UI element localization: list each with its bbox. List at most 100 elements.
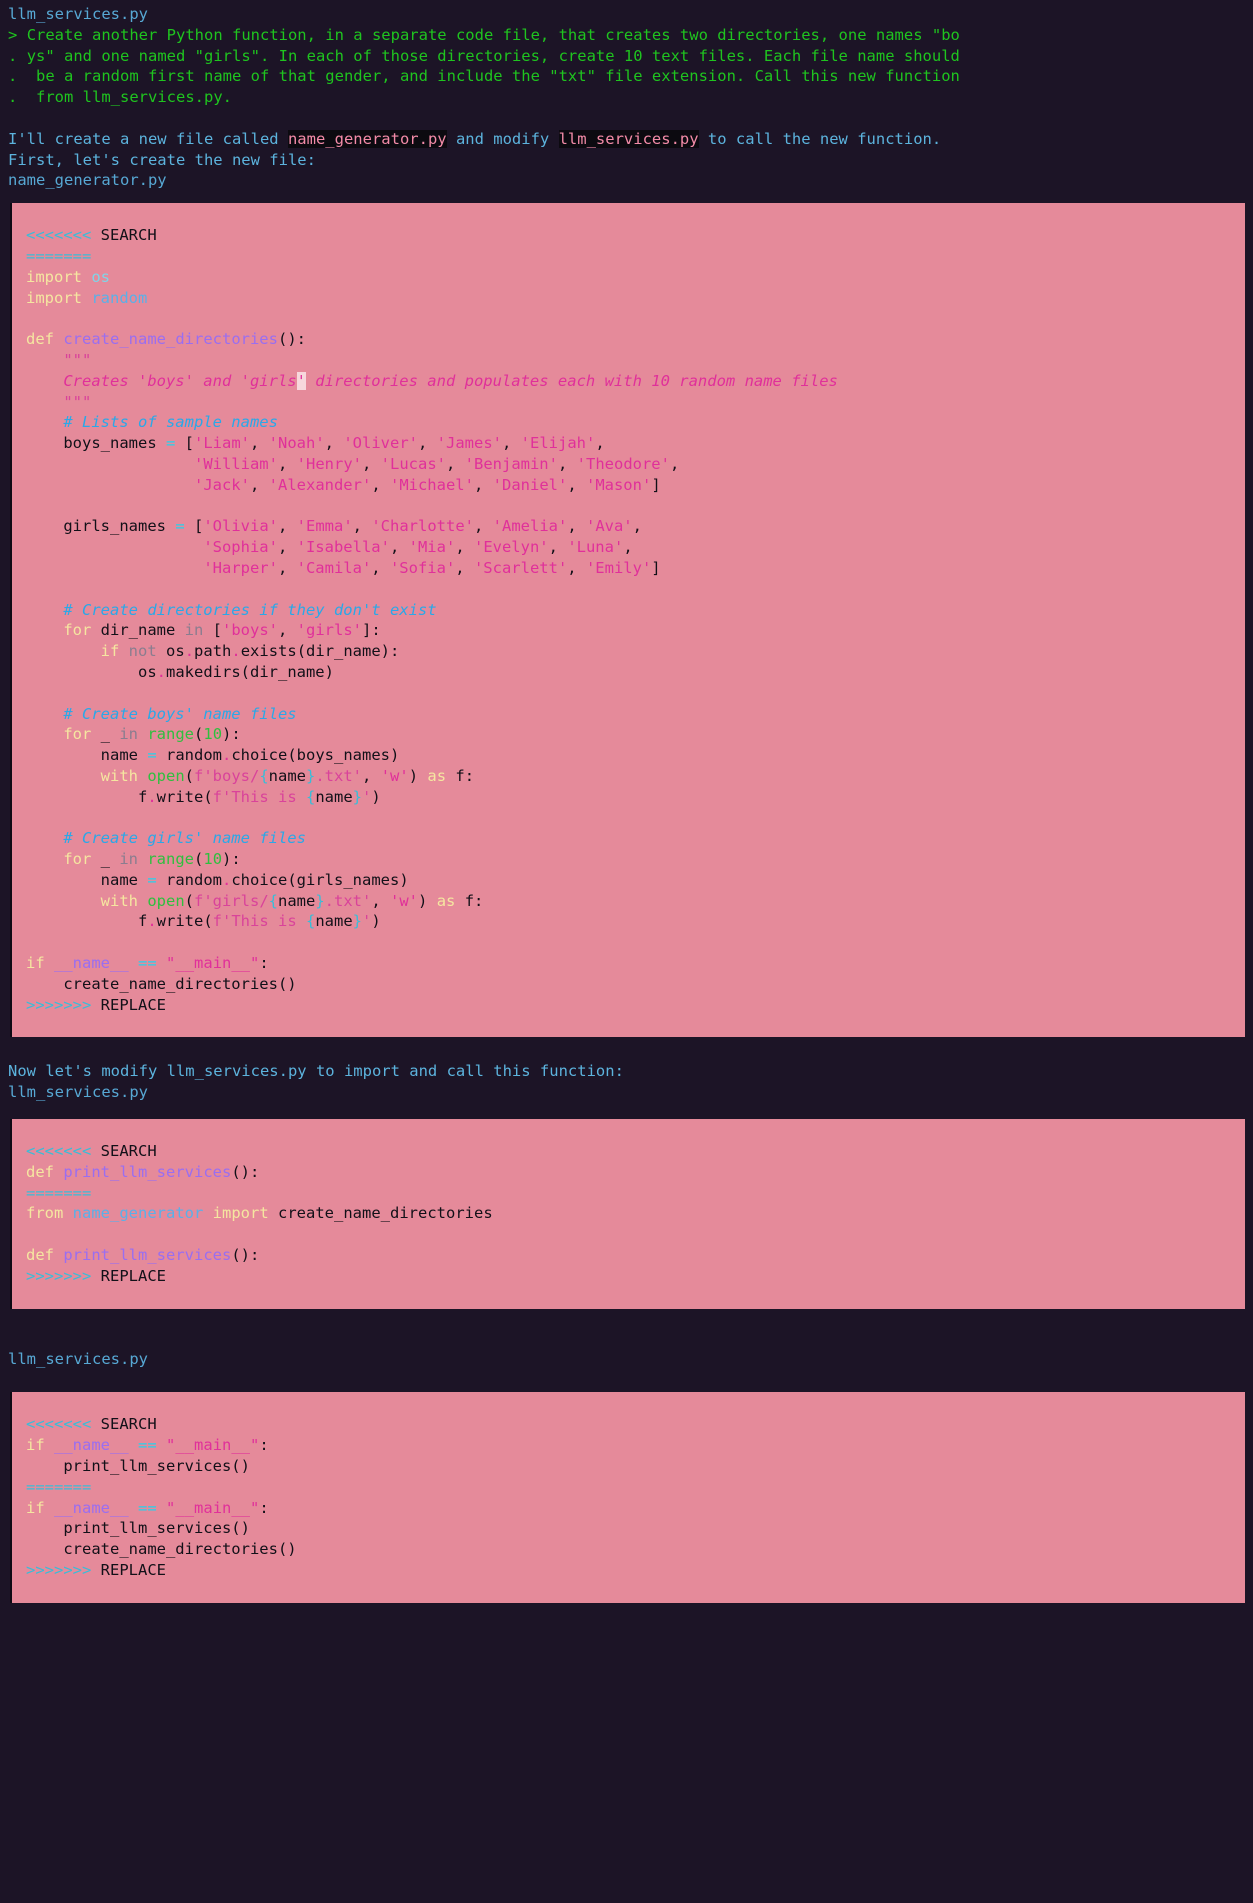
- replace-label-2: REPLACE: [100, 1266, 166, 1285]
- code-line-docstring: Creates 'boys' and 'girls' directories a…: [26, 371, 838, 390]
- cont-marker-3: .: [8, 88, 18, 107]
- user-request-text-3: be a random first name of that gender, a…: [36, 67, 960, 86]
- context-filename: llm_services.py: [8, 5, 148, 23]
- code-line: boys_names = ['Liam', 'Noah', 'Oliver', …: [26, 434, 605, 453]
- user-request-text-4: from llm_services.py.: [36, 88, 232, 107]
- code-line: # Create girls' name files: [26, 829, 306, 848]
- assistant-intro-line-1: I'll create a new file called name_gener…: [8, 129, 1245, 150]
- search-marker-3: <<<<<<< SEARCH: [12, 1414, 1245, 1435]
- assistant-intro-part3: to call the new function.: [698, 129, 942, 148]
- code-block-2-filename: llm_services.py: [8, 1083, 148, 1102]
- code-block-2[interactable]: <<<<<<< SEARCH def print_llm_services():…: [10, 1119, 1245, 1309]
- search-marker-2: <<<<<<< SEARCH: [12, 1141, 1245, 1162]
- search-label-3: SEARCH: [100, 1415, 157, 1434]
- search-marker-glyphs-3: <<<<<<<: [26, 1415, 92, 1434]
- code-line: # Create directories if they don't exist: [26, 600, 437, 619]
- code-line: 'William', 'Henry', 'Lucas', 'Benjamin',…: [193, 454, 680, 473]
- code-blank: [12, 1224, 1245, 1245]
- code-line: import random: [26, 288, 148, 307]
- user-request-line-3: . be a random first name of that gender,…: [8, 66, 1245, 87]
- text-cursor: ': [296, 371, 306, 390]
- user-request-line-1: > Create another Python function, in a s…: [8, 25, 1245, 46]
- code-line: # Create boys' name files: [26, 704, 297, 723]
- replace-marker-1: >>>>>>> REPLACE: [12, 995, 1245, 1016]
- assistant-tail-region: llm_services.py: [0, 1309, 1253, 1370]
- code-line: def print_llm_services():: [26, 1162, 260, 1181]
- search-label-1: SEARCH: [100, 226, 157, 245]
- code-line: with open(f'boys/{name}.txt', 'w') as f:: [26, 766, 475, 785]
- code-block-3[interactable]: <<<<<<< SEARCH if __name__ == "__main__"…: [10, 1392, 1245, 1603]
- code-line: f.write(f'This is {name}'): [26, 787, 381, 806]
- replace-marker-glyphs-3: >>>>>>>: [26, 1561, 92, 1579]
- replace-marker-3: >>>>>>> REPLACE: [12, 1560, 1245, 1581]
- code-blank: [12, 683, 1245, 704]
- code-line: from name_generator import create_name_d…: [26, 1204, 493, 1223]
- code-block-1-filename: name_generator.py: [8, 171, 167, 190]
- code-block-1-bottom-pad: [12, 1015, 1245, 1021]
- code-line: if __name__ == "__main__":: [26, 1436, 269, 1455]
- assistant-intro-part2: and modify: [446, 129, 559, 148]
- assistant-intro-part1: I'll create a new file called: [8, 129, 288, 148]
- code-line: if __name__ == "__main__":: [26, 954, 269, 973]
- code-line: """: [26, 350, 92, 369]
- prompt-marker: >: [8, 25, 18, 44]
- search-marker-glyphs-1: <<<<<<<: [26, 226, 92, 245]
- code-line: with open(f'girls/{name}.txt', 'w') as f…: [26, 891, 484, 910]
- divider-3: =======: [26, 1477, 92, 1496]
- header-region: llm_services.py > Create another Python …: [0, 0, 1253, 191]
- divider-1: =======: [26, 246, 92, 265]
- user-request-text-1: Create another Python function, in a sep…: [26, 25, 960, 44]
- code-line: def print_llm_services():: [26, 1246, 260, 1265]
- code-line: for _ in range(10):: [26, 725, 241, 744]
- search-label-2: SEARCH: [100, 1142, 157, 1161]
- code-line: if __name__ == "__main__":: [26, 1498, 269, 1517]
- code-block-1[interactable]: <<<<<<< SEARCH ======= import os import …: [10, 203, 1245, 1038]
- code-line: create_name_directories(): [26, 1540, 297, 1559]
- code-line: def create_name_directories():: [26, 330, 306, 349]
- code-line: import os: [26, 267, 111, 286]
- replace-label-3: REPLACE: [100, 1561, 166, 1579]
- code-line: print_llm_services(): [26, 1519, 250, 1538]
- assistant-intro-line-2: First, let's create the new file:: [8, 150, 316, 169]
- replace-marker-glyphs-1: >>>>>>>: [26, 995, 92, 1014]
- code-line: create_name_directories(): [26, 974, 297, 993]
- code-line: if not os.path.exists(dir_name):: [26, 642, 400, 661]
- code-blank: [12, 932, 1245, 953]
- user-request-line-4: . from llm_services.py.: [8, 87, 1245, 108]
- search-marker-1: <<<<<<< SEARCH: [12, 225, 1245, 246]
- code-line: for dir_name in ['boys', 'girls']:: [26, 621, 381, 640]
- code-line: name = random.choice(boys_names): [26, 746, 400, 765]
- code-line: 'Sophia', 'Isabella', 'Mia', 'Evelyn', '…: [203, 538, 633, 557]
- terminal-session: llm_services.py > Create another Python …: [0, 0, 1253, 1603]
- code-line: 'Harper', 'Camila', 'Sofia', 'Scarlett',…: [203, 558, 661, 577]
- assistant-mid-line: Now let's modify llm_services.py to impo…: [8, 1062, 624, 1081]
- code-line: print_llm_services(): [26, 1457, 250, 1476]
- divider-2: =======: [26, 1183, 92, 1202]
- code-line: 'Jack', 'Alexander', 'Michael', 'Daniel'…: [193, 475, 661, 494]
- code-blank: [12, 496, 1245, 517]
- cont-marker-2: .: [8, 67, 18, 86]
- code-blank: [12, 579, 1245, 600]
- code-line: girls_names = ['Olivia', 'Emma', 'Charlo…: [26, 517, 642, 536]
- replace-marker-glyphs-2: >>>>>>>: [26, 1266, 92, 1285]
- code-blank: [12, 308, 1245, 329]
- file-chip-name-generator[interactable]: name_generator.py: [287, 129, 447, 148]
- search-marker-glyphs-2: <<<<<<<: [26, 1142, 92, 1161]
- cont-marker-1: .: [8, 46, 18, 65]
- assistant-mid-region: Now let's modify llm_services.py to impo…: [0, 1037, 1253, 1103]
- file-chip-llm-services[interactable]: llm_services.py: [558, 129, 699, 148]
- code-block-2-bottom-pad: [12, 1287, 1245, 1293]
- code-block-3-bottom-pad: [12, 1581, 1245, 1587]
- user-request-text-2: ys" and one named "girls". In each of th…: [26, 46, 960, 65]
- code-line: # Lists of sample names: [26, 413, 278, 432]
- replace-label-1: REPLACE: [100, 995, 166, 1014]
- replace-marker-2: >>>>>>> REPLACE: [12, 1266, 1245, 1287]
- code-line: os.makedirs(dir_name): [26, 662, 334, 681]
- code-line: name = random.choice(girls_names): [26, 870, 409, 889]
- code-line: for _ in range(10):: [26, 850, 241, 869]
- code-block-3-filename: llm_services.py: [8, 1349, 148, 1368]
- code-line: """: [26, 392, 92, 411]
- code-line: f.write(f'This is {name}'): [26, 912, 381, 931]
- user-request-line-2: . ys" and one named "girls". In each of …: [8, 46, 1245, 67]
